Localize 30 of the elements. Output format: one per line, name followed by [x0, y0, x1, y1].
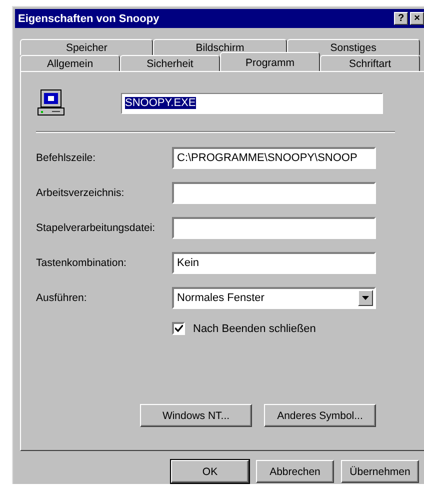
- text-field[interactable]: Kein: [172, 252, 376, 274]
- panel-button[interactable]: Anderes Symbol...: [264, 404, 376, 427]
- dialog-button[interactable]: Übernehmen: [341, 460, 419, 483]
- field-label: Tastenkombination:: [36, 257, 128, 269]
- checkbox-label: Nach Beenden schließen: [193, 322, 316, 334]
- field-label: Ausführen:: [36, 292, 88, 304]
- dialog-button[interactable]: Abbrechen: [256, 460, 334, 483]
- tab[interactable]: Speicher: [20, 39, 154, 55]
- field-label: Befehlszeile:: [36, 152, 97, 164]
- tab[interactable]: Bildschirm: [153, 39, 287, 55]
- field-label: Arbeitsverzeichnis:: [36, 187, 126, 199]
- window-title: Eigenschaften von Snoopy: [18, 12, 160, 24]
- tab[interactable]: Allgemein: [20, 55, 120, 71]
- run-dropdown[interactable]: Normales Fenster: [172, 287, 376, 309]
- dialog-button[interactable]: OK: [171, 460, 249, 483]
- text-field[interactable]: [172, 217, 376, 239]
- close-button[interactable]: ×: [410, 12, 424, 25]
- field-label: Stapelverarbeitungsdatei:: [36, 222, 156, 234]
- tab[interactable]: Programm: [220, 52, 320, 71]
- tab[interactable]: Schriftart: [320, 55, 420, 71]
- text-field[interactable]: C:\PROGRAMME\SNOOPY\SNOOP: [172, 147, 376, 169]
- tab[interactable]: Sonstiges: [286, 39, 420, 55]
- program-name: SNOOPY.EXE: [125, 97, 196, 109]
- checkbox[interactable]: [172, 322, 185, 335]
- help-button[interactable]: ?: [394, 12, 408, 25]
- tab[interactable]: Sicherheit: [120, 55, 220, 71]
- panel-button[interactable]: Windows NT...: [140, 404, 252, 427]
- text-field[interactable]: [172, 182, 376, 204]
- program-name-field[interactable]: SNOOPY.EXE: [121, 92, 383, 114]
- computer-icon: [36, 88, 66, 118]
